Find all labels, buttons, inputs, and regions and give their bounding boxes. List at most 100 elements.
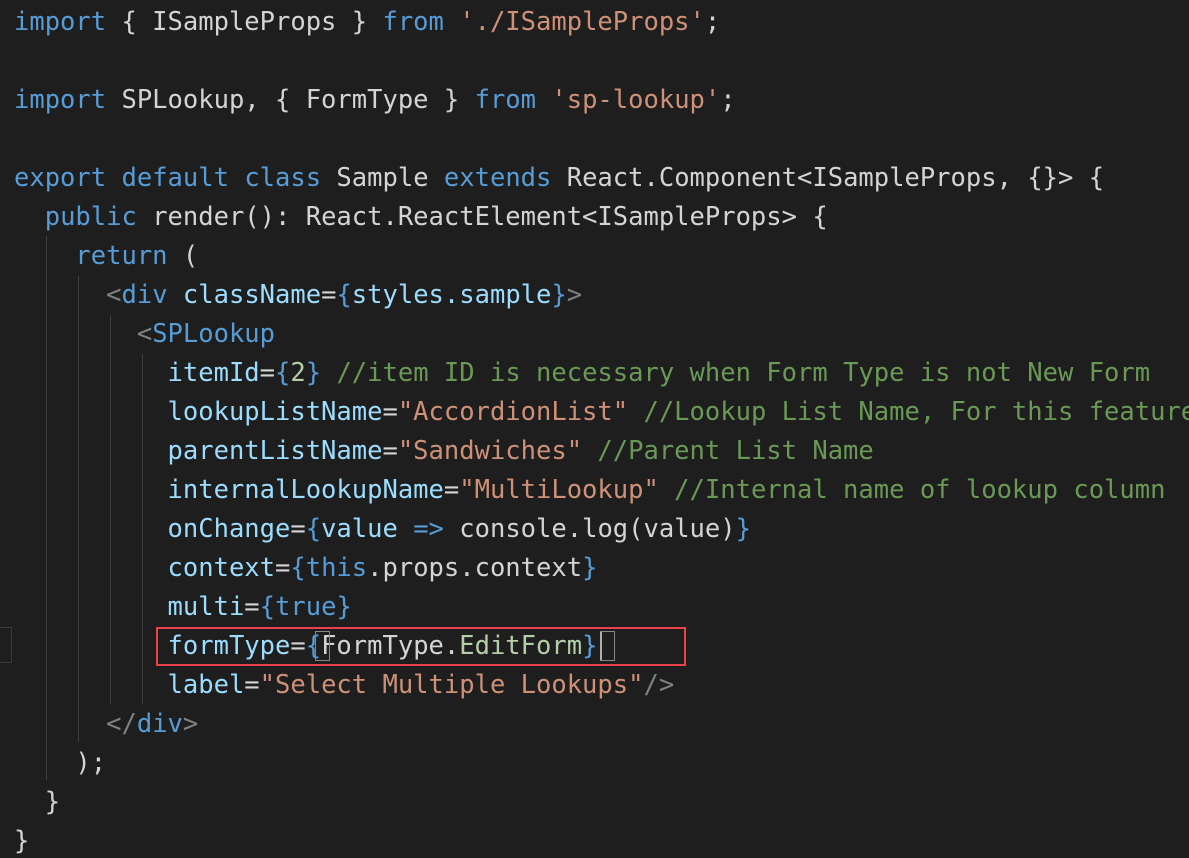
code-line[interactable]: return ( (14, 237, 198, 276)
code-token: public (44, 202, 137, 232)
code-line[interactable]: ); (14, 744, 106, 783)
highlight-annotation-box (156, 627, 686, 666)
code-token: "MultiLookup" (459, 475, 659, 505)
code-token: //Lookup List Name, For this feature (628, 397, 1189, 427)
code-token: } (14, 826, 30, 856)
code-token: //Internal name of lookup column (658, 475, 1166, 505)
code-line[interactable]: parentListName="Sandwiches" //Parent Lis… (14, 432, 874, 471)
code-token: SPLookup (152, 319, 276, 349)
code-line[interactable]: export default class Sample extends Reac… (14, 159, 1104, 198)
code-token: } (14, 787, 61, 817)
code-token: parentListName (167, 436, 383, 466)
code-line[interactable]: <SPLookup (14, 315, 275, 354)
code-token: { (336, 280, 352, 310)
code-line[interactable]: label="Select Multiple Lookups"/> (14, 666, 675, 705)
code-token: //Parent List Name (582, 436, 874, 466)
code-token: { (275, 358, 291, 388)
code-token: label (167, 670, 245, 700)
code-token: context (167, 553, 275, 583)
code-token: onChange (167, 514, 291, 544)
code-token: = (259, 358, 276, 388)
code-editor[interactable]: import { ISampleProps } from './ISampleP… (0, 0, 1189, 858)
code-line[interactable]: <div className={styles.sample}> (14, 276, 582, 315)
code-line[interactable]: multi={true} (14, 588, 352, 627)
code-line[interactable]: public render(): React.ReactElement<ISam… (14, 198, 828, 237)
code-token: > (566, 280, 583, 310)
code-token: = (244, 592, 260, 622)
code-line[interactable]: } (14, 783, 60, 822)
code-token: internalLookupName (167, 475, 444, 505)
code-token: this (305, 553, 368, 583)
code-token: "Select Multiple Lookups" (259, 670, 644, 700)
code-token: default (121, 163, 229, 193)
code-token: Sample (321, 163, 444, 193)
code-token: lookupListName (167, 397, 383, 427)
code-token: { (259, 592, 276, 622)
code-token: //item ID is necessary when Form Type is… (321, 358, 1151, 388)
code-token: itemId (167, 358, 260, 388)
code-token: true (275, 592, 337, 622)
code-token: .props.context (367, 553, 583, 583)
code-token: } (582, 553, 598, 583)
code-token: = (382, 397, 398, 427)
code-line[interactable]: context={this.props.context} (14, 549, 598, 588)
code-token: styles.sample (351, 280, 552, 310)
code-token: className (182, 280, 322, 310)
code-token: 'sp-lookup' (551, 85, 721, 115)
code-line[interactable]: import SPLookup, { FormType } from 'sp-l… (14, 81, 736, 120)
code-token: < (136, 319, 153, 349)
code-token: < (106, 280, 122, 310)
code-token: { ISampleProps } (106, 7, 383, 37)
code-line[interactable]: } (14, 822, 29, 858)
code-token: { (290, 553, 306, 583)
code-line[interactable]: internalLookupName="MultiLookup" //Inter… (14, 471, 1166, 510)
code-token: } (551, 280, 567, 310)
code-token: from (474, 85, 537, 115)
code-token: div (121, 280, 168, 310)
code-token: } (336, 592, 352, 622)
code-token: = (382, 436, 398, 466)
code-token: 2 (290, 358, 306, 388)
code-token: ); (14, 748, 107, 778)
code-token: = (443, 475, 460, 505)
code-token: multi (167, 592, 245, 622)
code-line[interactable]: </div> (14, 705, 198, 744)
code-token: from (382, 7, 444, 37)
code-token: = (275, 553, 291, 583)
code-token: export (14, 163, 107, 193)
code-line[interactable]: import { ISampleProps } from './ISampleP… (14, 3, 720, 42)
code-line[interactable]: lookupListName="AccordionList" //Lookup … (14, 393, 1189, 432)
code-line[interactable]: itemId={2} //item ID is necessary when F… (14, 354, 1151, 393)
code-token: { (305, 514, 322, 544)
code-token: ( (167, 241, 199, 271)
code-token: => (413, 514, 444, 544)
current-line-margin-indicator (0, 627, 12, 663)
code-token: value (321, 514, 414, 544)
code-token: render(): React.ReactElement<ISampleProp… (136, 202, 828, 232)
code-token: div (136, 709, 183, 739)
code-token: </ (106, 709, 137, 739)
code-token: SPLookup, { FormType } (106, 85, 475, 115)
code-token: import (14, 7, 107, 37)
code-token: "Sandwiches" (397, 436, 583, 466)
code-token: './ISampleProps' (459, 7, 705, 37)
code-token: import (14, 85, 107, 115)
code-token: class (244, 163, 322, 193)
code-line[interactable]: onChange={value => console.log(value)} (14, 510, 751, 549)
code-token: = (290, 514, 306, 544)
